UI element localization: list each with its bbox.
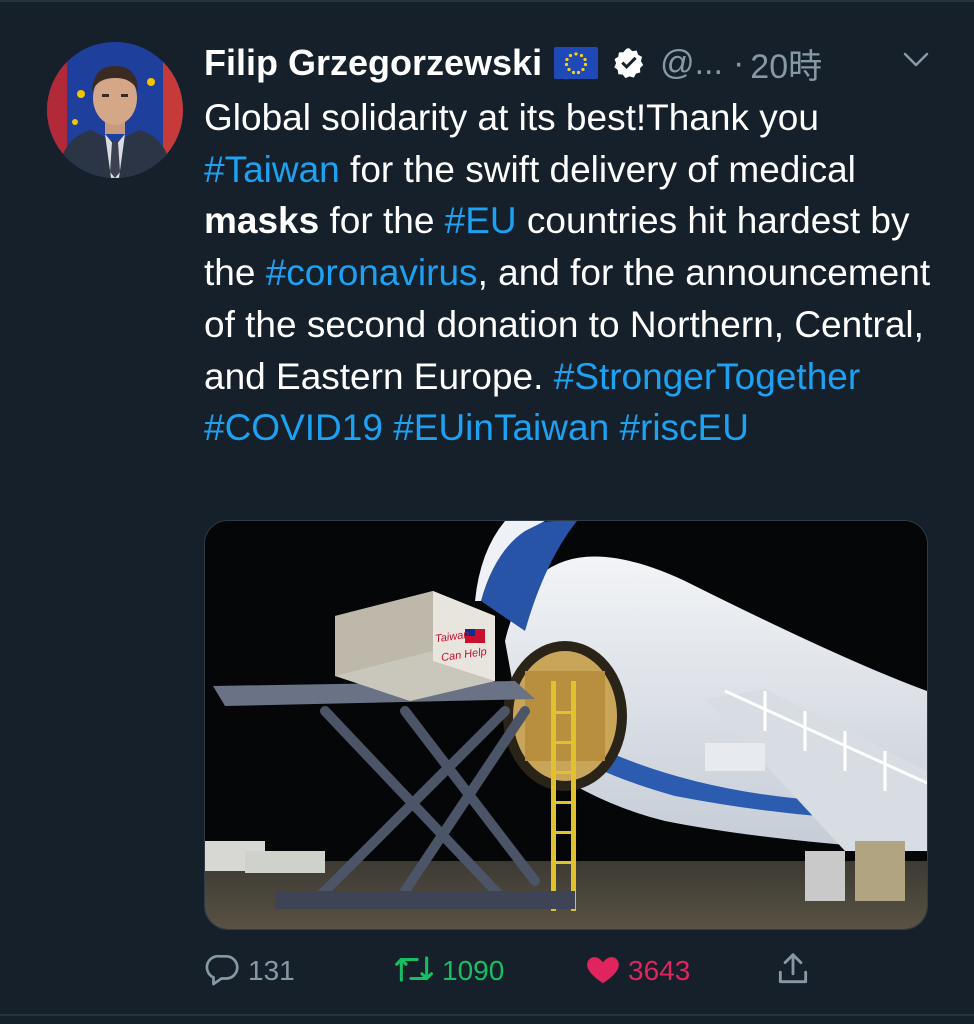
hashtag-euintaiwan[interactable]: #EUinTaiwan bbox=[393, 407, 609, 448]
tweet-time[interactable]: 20時 bbox=[750, 39, 822, 88]
reply-icon bbox=[204, 950, 242, 993]
hashtag-stronger-together[interactable]: #StrongerTogether bbox=[554, 356, 860, 397]
text-segment: for the bbox=[319, 200, 445, 242]
top-divider bbox=[0, 0, 974, 2]
eu-flag-icon bbox=[554, 47, 599, 79]
retweet-button[interactable]: 1090 bbox=[392, 948, 504, 994]
chevron-down-icon[interactable] bbox=[902, 50, 930, 75]
tweet-header: Filip Grzegorzewski @... · 20時 bbox=[204, 36, 944, 90]
share-icon bbox=[774, 950, 812, 993]
text-segment: for the swift delivery of medical bbox=[339, 148, 856, 190]
hashtag-risceu[interactable]: #riscEU bbox=[619, 407, 749, 448]
heart-icon bbox=[584, 950, 622, 993]
tweet-photo[interactable]: Taiwan Can Help bbox=[204, 520, 928, 930]
hashtag-taiwan[interactable]: #Taiwan bbox=[204, 149, 340, 190]
like-button[interactable]: 3643 bbox=[584, 948, 690, 994]
verified-badge-icon bbox=[612, 46, 646, 80]
retweet-count: 1090 bbox=[442, 955, 505, 986]
retweet-icon bbox=[392, 950, 436, 993]
tweet-actions: 131 1090 3643 bbox=[0, 948, 974, 994]
hashtag-coronavirus[interactable]: #coronavirus bbox=[266, 252, 478, 293]
avatar[interactable] bbox=[47, 42, 183, 178]
bold-text: masks bbox=[204, 200, 320, 242]
bottom-divider bbox=[0, 1014, 974, 1016]
share-button[interactable] bbox=[774, 948, 812, 994]
reply-button[interactable]: 131 bbox=[204, 948, 295, 994]
author-handle[interactable]: @... bbox=[660, 44, 723, 83]
author-name[interactable]: Filip Grzegorzewski bbox=[204, 42, 542, 84]
reply-count: 131 bbox=[248, 955, 295, 986]
hashtag-eu[interactable]: #EU bbox=[445, 200, 517, 241]
like-count: 3643 bbox=[628, 955, 691, 986]
hashtag-covid19[interactable]: #COVID19 bbox=[204, 407, 383, 448]
separator: · bbox=[732, 43, 745, 82]
tweet-text: Global solidarity at its best!Thank you … bbox=[204, 92, 944, 454]
text-segment: Global solidarity at its best!Thank you bbox=[204, 97, 819, 138]
